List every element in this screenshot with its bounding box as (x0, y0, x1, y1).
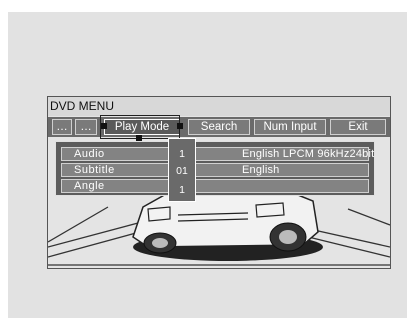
subtitle-value: English (242, 164, 280, 176)
background-frame: DVD MENU … … Play Mode Search Num Input … (8, 12, 407, 318)
dvd-screen: DVD MENU … … Play Mode Search Num Input … (47, 96, 391, 269)
angle-row[interactable]: Angle (61, 179, 369, 193)
menu-bar: … … Play Mode Search Num Input Exit (48, 117, 390, 137)
window-title: DVD MENU (48, 97, 390, 116)
settings-panel: Audio English LPCM 96kHz24bit Subtitle E… (55, 141, 375, 196)
search-button[interactable]: Search (188, 119, 250, 135)
menu-more-button-1[interactable]: … (52, 119, 72, 135)
audio-label: Audio (74, 148, 105, 160)
num-input-button[interactable]: Num Input (254, 119, 326, 135)
selection-handle-left (101, 123, 107, 129)
number-column: 1 01 1 (168, 138, 196, 202)
play-mode-button[interactable]: Play Mode (104, 119, 180, 135)
subtitle-number: 01 (176, 165, 188, 177)
menu-more-button-2[interactable]: … (75, 119, 97, 135)
exit-button[interactable]: Exit (330, 119, 386, 135)
angle-number: 1 (179, 184, 185, 196)
audio-value: English LPCM 96kHz24bit (242, 148, 375, 160)
selection-handle-right (177, 123, 183, 129)
audio-number: 1 (179, 148, 185, 160)
angle-label: Angle (74, 180, 105, 192)
subtitle-label: Subtitle (74, 164, 115, 176)
subtitle-row[interactable]: Subtitle English (61, 163, 369, 177)
audio-row[interactable]: Audio English LPCM 96kHz24bit (61, 147, 374, 161)
